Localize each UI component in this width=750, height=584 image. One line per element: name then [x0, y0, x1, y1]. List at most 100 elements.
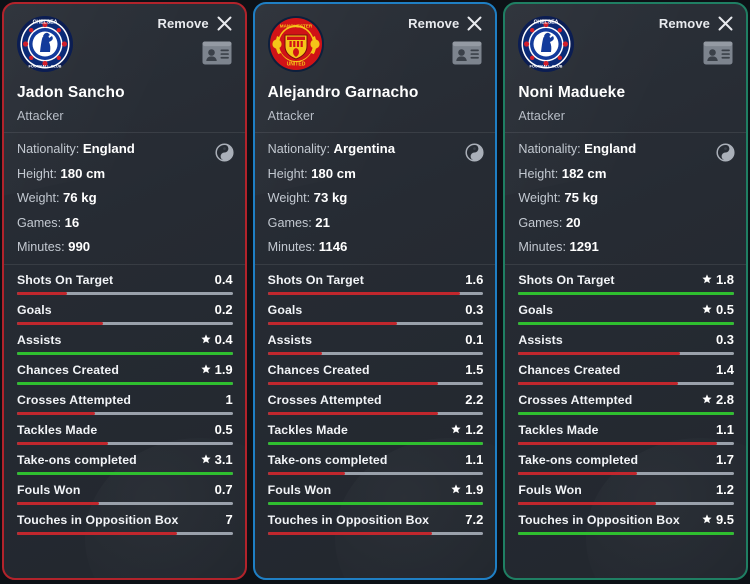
stat-value-text: 0.4: [215, 332, 233, 347]
stat-value: 1.8: [702, 272, 734, 287]
bio-nationality-value: England: [584, 141, 636, 156]
stat-label: Assists: [518, 333, 562, 347]
stat-bar-fill: [268, 322, 397, 326]
close-x-icon[interactable]: [717, 15, 734, 32]
stat-bar-track: [518, 382, 734, 386]
stat-value-text: 2.8: [716, 392, 734, 407]
stat-bar-fill: [17, 472, 233, 476]
stat-value: 7: [225, 512, 232, 527]
stat-row: Assists 0.3: [518, 332, 734, 356]
id-card-icon[interactable]: [703, 38, 734, 66]
stat-bar-fill: [518, 412, 734, 416]
stat-bar-track: [518, 442, 734, 446]
stat-row: Fouls Won 1.2: [518, 482, 734, 506]
stat-value-text: 1.7: [716, 452, 734, 467]
stat-bar-fill: [268, 352, 322, 356]
bio-minutes-label: Minutes:: [268, 240, 316, 254]
stat-bar-track: [518, 532, 734, 536]
stat-label: Touches in Opposition Box: [17, 513, 178, 527]
stat-label: Fouls Won: [268, 483, 332, 497]
id-card-icon[interactable]: [202, 38, 233, 66]
bio-weight-value: 76 kg: [63, 190, 97, 205]
stat-value: 0.5: [702, 302, 734, 317]
stat-bar-fill: [518, 352, 680, 356]
stat-bar-track: [17, 532, 233, 536]
stat-label: Goals: [268, 303, 303, 317]
bio-height-label: Height:: [17, 167, 57, 181]
stat-value-text: 0.7: [215, 482, 233, 497]
bio-minutes-value: 1291: [569, 239, 598, 254]
close-x-icon[interactable]: [466, 15, 483, 32]
stat-row: Goals 0.2: [17, 302, 233, 326]
stat-label: Assists: [268, 333, 312, 347]
stat-label: Chances Created: [518, 363, 620, 377]
stat-value: 1.9: [201, 362, 233, 377]
stat-label: Fouls Won: [518, 483, 582, 497]
stat-label: Goals: [17, 303, 52, 317]
player-name: Jadon Sancho: [17, 84, 125, 102]
remove-button[interactable]: Remove: [157, 15, 232, 32]
stat-bar-fill: [268, 442, 484, 446]
stat-bar-track: [17, 382, 233, 386]
stat-bar-fill: [518, 502, 656, 506]
id-card-icon[interactable]: [452, 38, 483, 66]
bio-nationality-label: Nationality:: [268, 142, 330, 156]
star-icon: [702, 272, 712, 287]
bio-minutes-value: 1146: [319, 239, 348, 254]
stat-row: Assists 0.1: [268, 332, 484, 356]
stat-value-text: 0.3: [716, 332, 734, 347]
svg-text:FOOTBALL CLUB: FOOTBALL CLUB: [530, 63, 563, 68]
star-icon: [702, 302, 712, 317]
stat-value-text: 0.5: [716, 302, 734, 317]
stat-value-text: 0.2: [215, 302, 233, 317]
stat-bar-track: [17, 472, 233, 476]
star-icon: [201, 452, 211, 467]
stat-label: Tackles Made: [17, 423, 97, 437]
remove-button[interactable]: Remove: [659, 15, 734, 32]
stat-bar-fill: [518, 442, 716, 446]
stat-value: 0.4: [201, 332, 233, 347]
stat-label: Touches in Opposition Box: [518, 513, 679, 527]
stat-row: Chances Created 1.5: [268, 362, 484, 386]
bio-nationality: Nationality: Argentina: [268, 142, 484, 156]
stat-row: Tackles Made 0.5: [17, 422, 233, 446]
bio-games-value: 20: [566, 215, 581, 230]
stat-row: Touches in Opposition Box 7: [17, 512, 233, 536]
bio-nationality: Nationality: England: [518, 142, 734, 156]
bio-height: Height: 180 cm: [17, 167, 233, 181]
bio-weight-value: 75 kg: [564, 190, 598, 205]
stat-bar-fill: [268, 412, 438, 416]
close-x-icon[interactable]: [216, 15, 233, 32]
remove-label: Remove: [408, 16, 459, 31]
player-stats: Shots On Target 0.4 Goals 0.2: [4, 265, 245, 578]
bio-games-value: 21: [315, 215, 330, 230]
stat-value: 1.5: [465, 362, 483, 377]
stat-value-text: 0.3: [465, 302, 483, 317]
stat-label: Crosses Attempted: [518, 393, 632, 407]
stat-value: 0.1: [465, 332, 483, 347]
stat-bar-fill: [17, 412, 95, 416]
stat-value: 0.5: [215, 422, 233, 437]
remove-button[interactable]: Remove: [408, 15, 483, 32]
bio-weight-value: 73 kg: [314, 190, 348, 205]
stat-value-text: 1.6: [465, 272, 483, 287]
stat-value: 1.2: [716, 482, 734, 497]
stat-bar-track: [17, 502, 233, 506]
star-icon: [702, 392, 712, 407]
stat-value-text: 1.4: [716, 362, 734, 377]
stat-bar-track: [518, 352, 734, 356]
star-icon: [451, 482, 461, 497]
bio-nationality: Nationality: England: [17, 142, 233, 156]
bio-height: Height: 180 cm: [268, 167, 484, 181]
stat-row: Touches in Opposition Box 9.5: [518, 512, 734, 536]
stat-bar-fill: [17, 502, 99, 506]
stat-bar-fill: [518, 382, 678, 386]
stat-row: Assists 0.4: [17, 332, 233, 356]
stat-bar-fill: [268, 532, 432, 536]
stat-bar-track: [268, 412, 484, 416]
bio-weight: Weight: 73 kg: [268, 191, 484, 205]
bio-games: Games: 20: [518, 216, 734, 230]
stat-row: Goals 0.5: [518, 302, 734, 326]
stat-row: Tackles Made 1.2: [268, 422, 484, 446]
player-bio: Nationality: England Height: 180 cm Weig…: [4, 132, 245, 265]
